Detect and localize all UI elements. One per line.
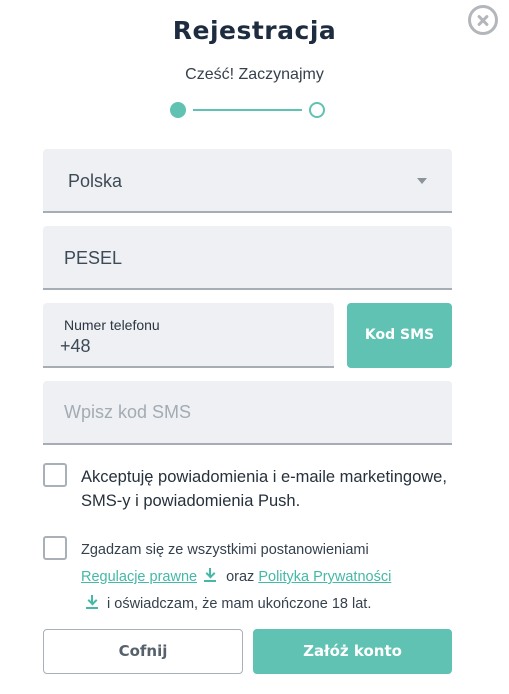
privacy-policy-link[interactable]: Polityka Prywatności: [258, 569, 391, 585]
country-select[interactable]: Polska: [43, 149, 452, 213]
page-subtitle: Cześć! Zaczynajmy: [185, 66, 324, 83]
terms-consent-checkbox[interactable]: [43, 536, 67, 560]
sms-code-input[interactable]: Wpisz kod SMS: [43, 381, 452, 445]
create-account-button[interactable]: Załóż konto: [253, 629, 452, 674]
country-value: Polska: [68, 171, 123, 191]
phone-input[interactable]: Numer telefonu +48: [43, 303, 334, 368]
marketing-consent-checkbox[interactable]: [43, 463, 67, 487]
send-sms-code-button[interactable]: Kod SMS: [347, 303, 452, 368]
caret-down-icon: [417, 178, 427, 184]
terms-consent-label: Zgadzam się ze wszystkimi postanowieniam…: [81, 537, 451, 618]
step-progress-line: [193, 109, 302, 111]
page-title: Rejestracja: [172, 16, 337, 45]
download-icon[interactable]: [204, 568, 217, 582]
terms-prefix: Zgadzam się ze wszystkimi postanowieniam…: [81, 542, 369, 558]
download-icon[interactable]: [86, 595, 98, 609]
terms-connector: oraz: [226, 569, 255, 585]
back-button[interactable]: Cofnij: [43, 629, 243, 674]
terms-suffix: i oświadczam, że mam ukończone 18 lat.: [107, 596, 372, 612]
marketing-consent-label: Akceptuję powiadomienia i e-maile market…: [81, 468, 447, 510]
regulations-link[interactable]: Regulacje prawne: [81, 569, 197, 585]
phone-label: Numer telefonu: [64, 317, 160, 333]
step-indicator-1: [170, 102, 186, 118]
pesel-input[interactable]: PESEL: [43, 226, 452, 290]
sms-code-placeholder: Wpisz kod SMS: [64, 402, 192, 422]
step-indicator-2: [309, 102, 325, 118]
pesel-placeholder: PESEL: [64, 248, 123, 268]
phone-prefix: +48: [60, 336, 91, 356]
